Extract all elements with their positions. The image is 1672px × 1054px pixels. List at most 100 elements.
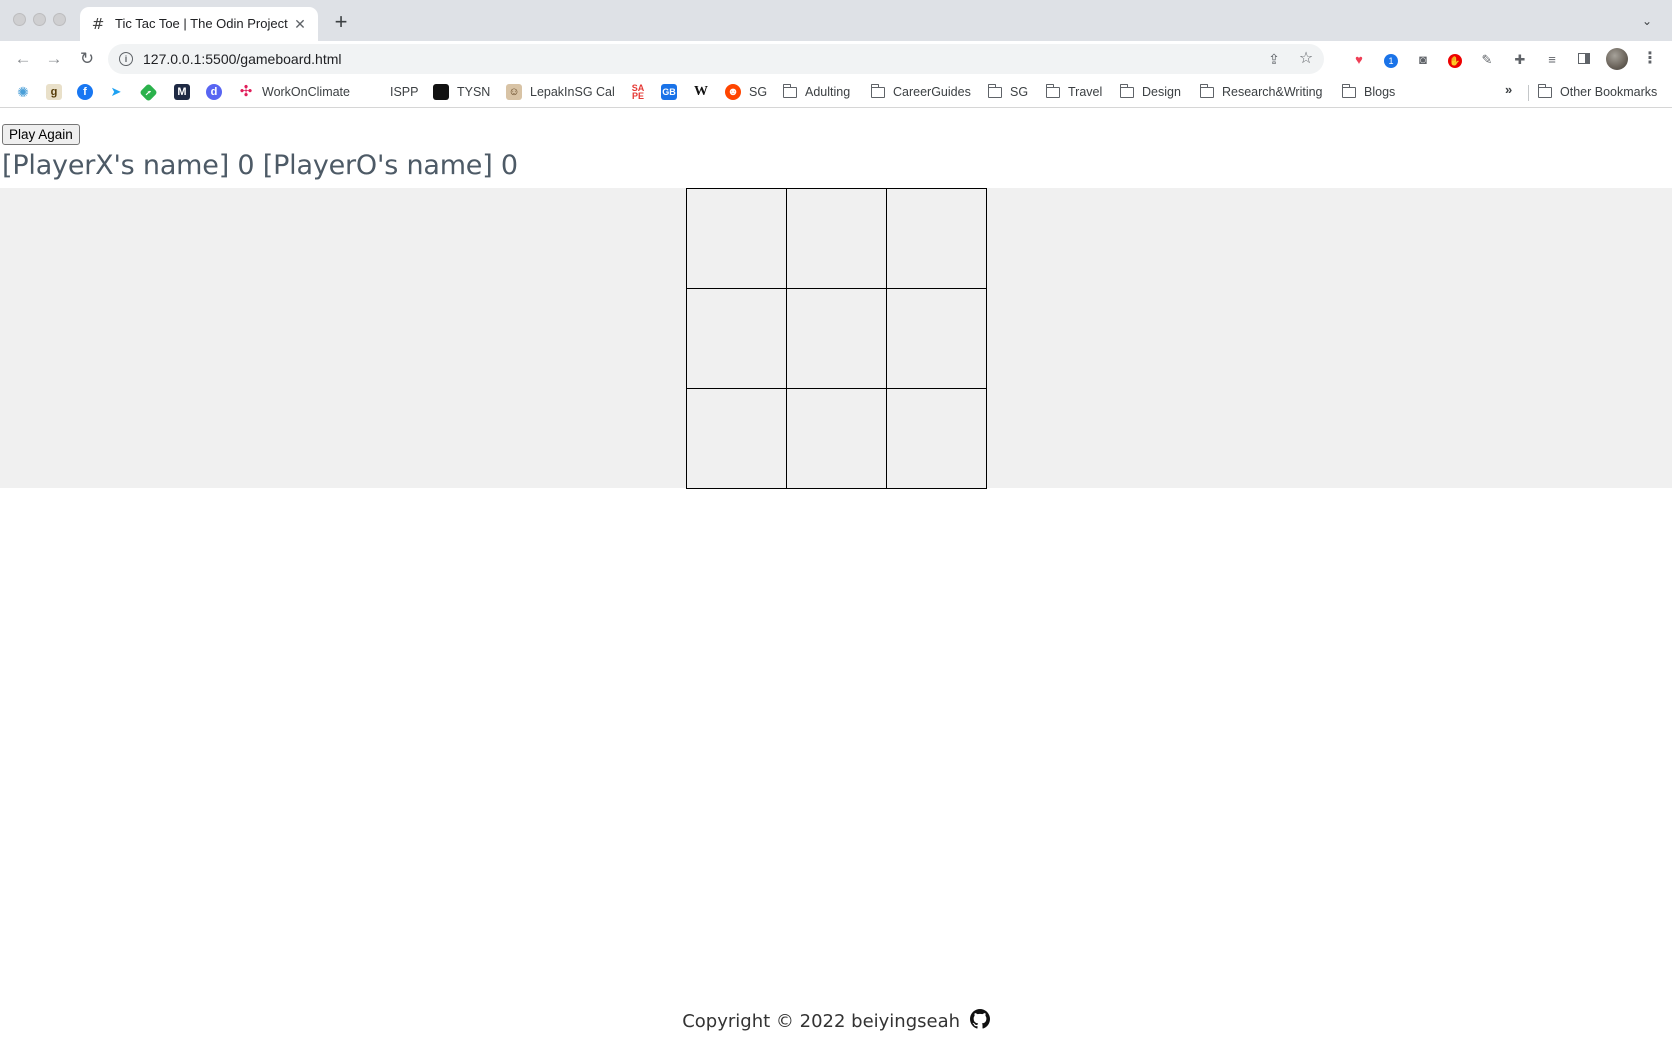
browser-window: # Tic Tac Toe | The Odin Project ✕ + ⌄ ←… bbox=[0, 0, 1672, 1054]
adblock-icon[interactable]: ✋ bbox=[1446, 51, 1464, 69]
bookmark-label: Blogs bbox=[1364, 85, 1396, 99]
folder-icon bbox=[1199, 83, 1214, 98]
mail-icon: M bbox=[174, 84, 190, 100]
sape-icon: SA PE bbox=[631, 83, 645, 101]
board-cell[interactable] bbox=[885, 387, 987, 489]
bookmark-feedly[interactable]: f bbox=[139, 81, 158, 103]
bookmark-label: CareerGuides bbox=[893, 85, 971, 99]
slack-icon: ✣ bbox=[239, 83, 253, 100]
zoom-window-button[interactable] bbox=[53, 13, 66, 26]
bookmark-tysn[interactable]: TYSN bbox=[433, 81, 490, 103]
wikipedia-icon: W bbox=[694, 84, 708, 99]
back-button[interactable]: ← bbox=[12, 48, 34, 70]
folder-icon bbox=[870, 83, 885, 98]
bookmark-mail[interactable]: M bbox=[174, 81, 190, 103]
twitter-icon: ➤ bbox=[110, 84, 122, 99]
tab-strip: # Tic Tac Toe | The Odin Project ✕ + ⌄ bbox=[0, 0, 1672, 41]
extensions-puzzle-icon[interactable]: ✚ bbox=[1511, 51, 1529, 69]
bookmark-ispp[interactable]: ISPP bbox=[390, 81, 419, 103]
profile-avatar[interactable] bbox=[1606, 48, 1628, 70]
board-cell[interactable] bbox=[685, 187, 787, 289]
bookmark-reddit-sg[interactable]: ☻ SG bbox=[725, 81, 767, 103]
copyright-text: Copyright © 2022 beiyingseah bbox=[682, 1011, 961, 1032]
pocket-icon[interactable]: ♥ bbox=[1350, 51, 1368, 69]
more-menu-icon[interactable]: ⋮ bbox=[1642, 49, 1658, 69]
bookmark-facebook[interactable]: f bbox=[77, 81, 93, 103]
bookmark-twitter[interactable]: ➤ bbox=[108, 81, 124, 103]
tab-active[interactable]: # Tic Tac Toe | The Odin Project ✕ bbox=[80, 7, 318, 41]
info-icon[interactable]: i bbox=[119, 52, 133, 66]
bookmark-wikipedia[interactable]: W bbox=[693, 81, 709, 103]
bookmark-folder-travel[interactable]: Travel bbox=[1045, 81, 1103, 103]
bookmark-label: SG bbox=[1010, 85, 1029, 99]
board-cell[interactable] bbox=[885, 287, 987, 389]
bookmark-folder-research-writing[interactable]: Research&Writing bbox=[1199, 81, 1323, 103]
reading-list-icon[interactable]: ≡ bbox=[1543, 51, 1561, 69]
bookmarks-bar: ✺ g f ➤ f M d ✣ WorkOnClimate ISPP TYSN bbox=[0, 77, 1672, 108]
folder-icon bbox=[1045, 83, 1060, 98]
folder-icon bbox=[782, 83, 797, 98]
star-icon[interactable]: ☆ bbox=[1296, 49, 1316, 69]
facebook-icon: f bbox=[77, 84, 93, 100]
reload-button[interactable]: ↻ bbox=[76, 48, 98, 70]
address-bar-url[interactable]: 127.0.0.1:5500/gameboard.html bbox=[143, 51, 341, 67]
game-board bbox=[685, 187, 987, 489]
folder-icon bbox=[1537, 83, 1552, 98]
close-icon[interactable]: ✕ bbox=[290, 14, 310, 34]
board-cell[interactable] bbox=[785, 287, 887, 389]
discord-icon: d bbox=[206, 84, 222, 100]
bookmark-calendar[interactable]: GB bbox=[661, 81, 677, 103]
bookmark-label: ISPP bbox=[390, 85, 419, 99]
bookmarks-overflow-button[interactable]: » bbox=[1505, 82, 1512, 97]
chevron-down-icon[interactable]: ⌄ bbox=[1638, 12, 1656, 30]
forward-button[interactable]: → bbox=[43, 48, 65, 70]
codepen-icon: ✺ bbox=[17, 84, 29, 100]
bookmark-label: Adulting bbox=[805, 85, 851, 99]
side-panel-icon[interactable] bbox=[1575, 51, 1593, 69]
bookmark-folder-careerguides[interactable]: CareerGuides bbox=[870, 81, 971, 103]
bookmark-folder-sg[interactable]: SG bbox=[987, 81, 1029, 103]
github-icon[interactable] bbox=[969, 1009, 990, 1034]
bookmark-codepen[interactable]: ✺ bbox=[15, 81, 31, 103]
bookmark-folder-blogs[interactable]: Blogs bbox=[1341, 81, 1396, 103]
bookmark-folder-adulting[interactable]: Adulting bbox=[782, 81, 851, 103]
bookmark-discord[interactable]: d bbox=[206, 81, 222, 103]
pen-icon[interactable]: ✎ bbox=[1478, 51, 1496, 69]
browser-toolbar: ← → ↻ i 127.0.0.1:5500/gameboard.html ⇪ … bbox=[0, 41, 1672, 77]
close-window-button[interactable] bbox=[13, 13, 26, 26]
board-cell[interactable] bbox=[685, 287, 787, 389]
folder-icon bbox=[987, 83, 1002, 98]
bookmark-label: Research&Writing bbox=[1222, 85, 1323, 99]
address-bar[interactable]: i 127.0.0.1:5500/gameboard.html ⇪ ☆ bbox=[108, 44, 1324, 74]
hash-grid-icon: # bbox=[91, 15, 105, 33]
other-bookmarks-label: Other Bookmarks bbox=[1560, 85, 1658, 99]
minimize-window-button[interactable] bbox=[33, 13, 46, 26]
footer: Copyright © 2022 beiyingseah bbox=[0, 1009, 1672, 1034]
bookmark-lepakinsg[interactable]: ☺ LepakInSG Cal bbox=[506, 81, 615, 103]
goodreads-icon: g bbox=[46, 84, 62, 100]
bookmark-sape[interactable]: SA PE bbox=[630, 81, 646, 103]
bookmark-label: Travel bbox=[1068, 85, 1103, 99]
board-cell[interactable] bbox=[785, 387, 887, 489]
bookmark-label: SG bbox=[749, 85, 768, 99]
bookmark-workonclimate[interactable]: ✣ WorkOnClimate bbox=[238, 81, 350, 103]
folder-icon bbox=[1341, 83, 1356, 98]
tab-title: Tic Tac Toe | The Odin Project bbox=[115, 16, 288, 31]
lepak-icon: ☺ bbox=[506, 84, 522, 100]
password-manager-icon[interactable]: 1 bbox=[1382, 51, 1400, 69]
bookmark-goodreads[interactable]: g bbox=[46, 81, 62, 103]
camera-icon[interactable]: ◙ bbox=[1414, 51, 1432, 69]
board-cell[interactable] bbox=[885, 187, 987, 289]
share-icon[interactable]: ⇪ bbox=[1264, 49, 1284, 69]
bookmark-label: TYSN bbox=[457, 85, 491, 99]
new-tab-button[interactable]: + bbox=[329, 11, 353, 35]
play-again-button[interactable]: Play Again bbox=[2, 124, 80, 145]
bookmark-label: Design bbox=[1142, 85, 1181, 99]
bookmark-folder-design[interactable]: Design bbox=[1119, 81, 1181, 103]
board-cell[interactable] bbox=[785, 187, 887, 289]
board-cell[interactable] bbox=[685, 387, 787, 489]
feedly-icon: f bbox=[139, 82, 158, 102]
bookmark-label: LepakInSG Cal bbox=[530, 85, 615, 99]
page-content: Play Again [PlayerX's name] 0 [PlayerO's… bbox=[0, 108, 1672, 1054]
other-bookmarks-folder[interactable]: Other Bookmarks bbox=[1537, 81, 1658, 103]
